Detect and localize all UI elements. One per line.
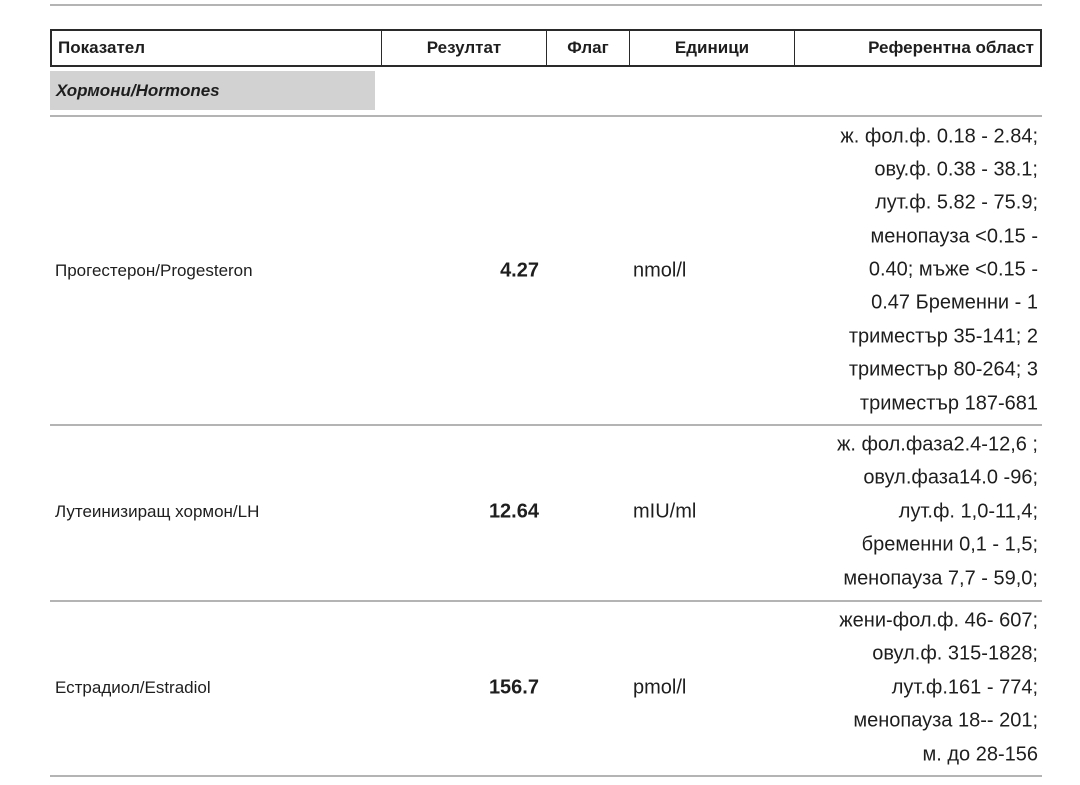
table-row: Прогестерон/Progesteron 4.27 nmol/l ж. ф… bbox=[50, 119, 1042, 422]
reference-line: триместър 80-264; 3 bbox=[848, 358, 1038, 381]
row-divider bbox=[50, 115, 1042, 117]
reference-line: менопауза 18-- 201; bbox=[853, 709, 1038, 732]
reference-line: менопауза <0.15 - bbox=[870, 225, 1038, 248]
row-result: 12.64 bbox=[488, 500, 539, 523]
header-reference: Референтна област bbox=[868, 38, 1034, 57]
top-divider bbox=[50, 4, 1042, 6]
reference-line: менопауза 7,7 - 59,0; bbox=[843, 567, 1038, 590]
table-row: Лутеинизиращ хормон/LH 12.64 mIU/ml ж. ф… bbox=[50, 426, 1042, 598]
row-unit: mIU/ml bbox=[633, 500, 697, 523]
reference-line: ж. фол.ф. 0.18 - 2.84; bbox=[840, 125, 1038, 148]
row-name: Прогестерон/Progesteron bbox=[55, 260, 253, 280]
reference-line: триместър 35-141; 2 bbox=[848, 325, 1038, 348]
table-header: Показател Резултат Флаг Единици Референт… bbox=[50, 29, 1042, 67]
reference-line: 0.47 Бременни - 1 bbox=[871, 292, 1038, 315]
reference-line: бременни 0,1 - 1,5; bbox=[861, 533, 1038, 556]
section-title: Хормони/Hormones bbox=[50, 71, 375, 110]
reference-line: триместър 187-681 bbox=[859, 392, 1038, 415]
row-unit: nmol/l bbox=[633, 259, 687, 281]
row-reference: ж. фол.ф. 0.18 - 2.84; ову.ф. 0.38 - 38.… bbox=[840, 120, 1038, 421]
row-reference: ж. фол.фаза2.4-12,6 ; овул.фаза14.0 -96;… bbox=[837, 429, 1038, 596]
row-name: Естрадиол/Estradiol bbox=[55, 678, 211, 697]
table-row: Естрадиол/Estradiol 156.7 pmol/l жени-фо… bbox=[50, 602, 1042, 774]
row-result: 156.7 bbox=[488, 676, 539, 699]
row-divider bbox=[50, 775, 1042, 777]
header-name: Показател bbox=[52, 31, 382, 65]
row-reference: жени-фол.ф. 46- 607; овул.ф. 315-1828; л… bbox=[839, 605, 1038, 772]
reference-line: овул.фаза14.0 -96; bbox=[863, 466, 1038, 489]
row-unit: pmol/l bbox=[633, 676, 687, 699]
row-result: 4.27 bbox=[500, 259, 539, 281]
reference-line: лут.ф.161 - 774; bbox=[891, 676, 1038, 699]
reference-line: лут.ф. 1,0-11,4; bbox=[898, 500, 1038, 523]
row-name: Лутеинизиращ хормон/LH bbox=[55, 502, 260, 521]
header-result: Резултат bbox=[382, 31, 547, 65]
reference-line: овул.ф. 315-1828; bbox=[872, 642, 1038, 665]
reference-line: лут.ф. 5.82 - 75.9; bbox=[875, 192, 1038, 215]
reference-line: 0.40; мъже <0.15 - bbox=[868, 258, 1038, 281]
reference-line: ж. фол.фаза2.4-12,6 ; bbox=[836, 433, 1038, 456]
header-units: Единици bbox=[630, 31, 795, 65]
reference-line: м. до 28-156 bbox=[922, 743, 1039, 766]
reference-line: жени-фол.ф. 46- 607; bbox=[839, 609, 1038, 632]
header-flag: Флаг bbox=[547, 31, 630, 65]
reference-line: ову.ф. 0.38 - 38.1; bbox=[874, 158, 1038, 181]
